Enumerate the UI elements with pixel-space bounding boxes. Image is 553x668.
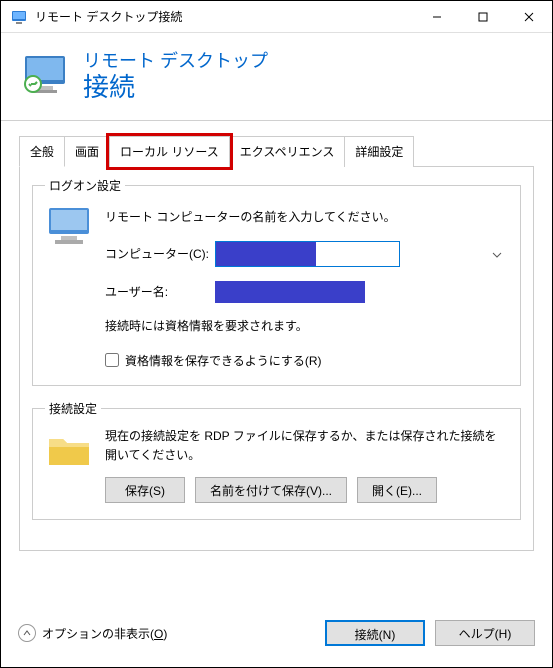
connection-settings-group: 接続設定 現在の接続設定を RDP ファイルに保存するか、または保存された接続を…	[32, 400, 521, 520]
connection-legend: 接続設定	[45, 400, 101, 417]
options-toggle[interactable]: オプションの非表示(O)	[18, 624, 167, 642]
computer-label: コンピューター(C):	[105, 245, 215, 262]
connect-button[interactable]: 接続(N)	[325, 620, 425, 646]
save-button[interactable]: 保存(S)	[105, 477, 185, 503]
minimize-button[interactable]	[414, 1, 460, 33]
tab-panel-general: ログオン設定 リモート コンピューターの名前を入力してください。 コンピューター…	[19, 166, 534, 551]
dialog-footer: オプションの非表示(O) 接続(N) ヘルプ(H)	[18, 620, 535, 646]
tab-display[interactable]: 画面	[64, 136, 110, 167]
tab-strip: 全般 画面 ローカル リソース エクスペリエンス 詳細設定	[19, 135, 534, 166]
header-line2: 接続	[83, 73, 268, 102]
allow-save-label: 資格情報を保存できるようにする(R)	[125, 352, 322, 369]
username-label: ユーザー名:	[105, 283, 215, 300]
help-button[interactable]: ヘルプ(H)	[435, 620, 535, 646]
window-title: リモート デスクトップ接続	[35, 8, 414, 25]
chevron-down-icon	[492, 247, 502, 261]
logon-settings-group: ログオン設定 リモート コンピューターの名前を入力してください。 コンピューター…	[32, 177, 521, 386]
titlebar: リモート デスクトップ接続	[1, 1, 552, 33]
chevron-up-icon	[18, 624, 36, 642]
app-icon	[11, 9, 27, 25]
computer-combobox[interactable]	[215, 241, 508, 267]
username-value-masked	[215, 281, 365, 303]
tab-experience[interactable]: エクスペリエンス	[229, 136, 346, 167]
options-label: オプションの非表示(O)	[42, 625, 167, 642]
computer-icon	[45, 204, 93, 248]
connection-text: 現在の接続設定を RDP ファイルに保存するか、または保存された接続を開いてくだ…	[105, 427, 508, 465]
window-controls	[414, 1, 552, 33]
close-button[interactable]	[506, 1, 552, 33]
rdp-icon	[21, 50, 69, 98]
logon-legend: ログオン設定	[45, 177, 125, 194]
folder-icon	[45, 427, 93, 471]
header-text: リモート デスクトップ 接続	[83, 47, 268, 102]
tab-general[interactable]: 全般	[19, 136, 65, 167]
header-line1: リモート デスクトップ	[83, 47, 268, 73]
save-as-button[interactable]: 名前を付けて保存(V)...	[195, 477, 347, 503]
credentials-note: 接続時には資格情報を要求されます。	[105, 317, 508, 334]
tab-advanced[interactable]: 詳細設定	[344, 136, 414, 167]
open-button[interactable]: 開く(E)...	[357, 477, 437, 503]
tab-local-resources[interactable]: ローカル リソース	[109, 136, 230, 167]
dialog-header: リモート デスクトップ 接続	[1, 33, 552, 121]
allow-save-checkbox[interactable]	[105, 353, 119, 367]
maximize-button[interactable]	[460, 1, 506, 33]
instruction-text: リモート コンピューターの名前を入力してください。	[105, 208, 508, 225]
computer-value-masked	[216, 242, 316, 266]
